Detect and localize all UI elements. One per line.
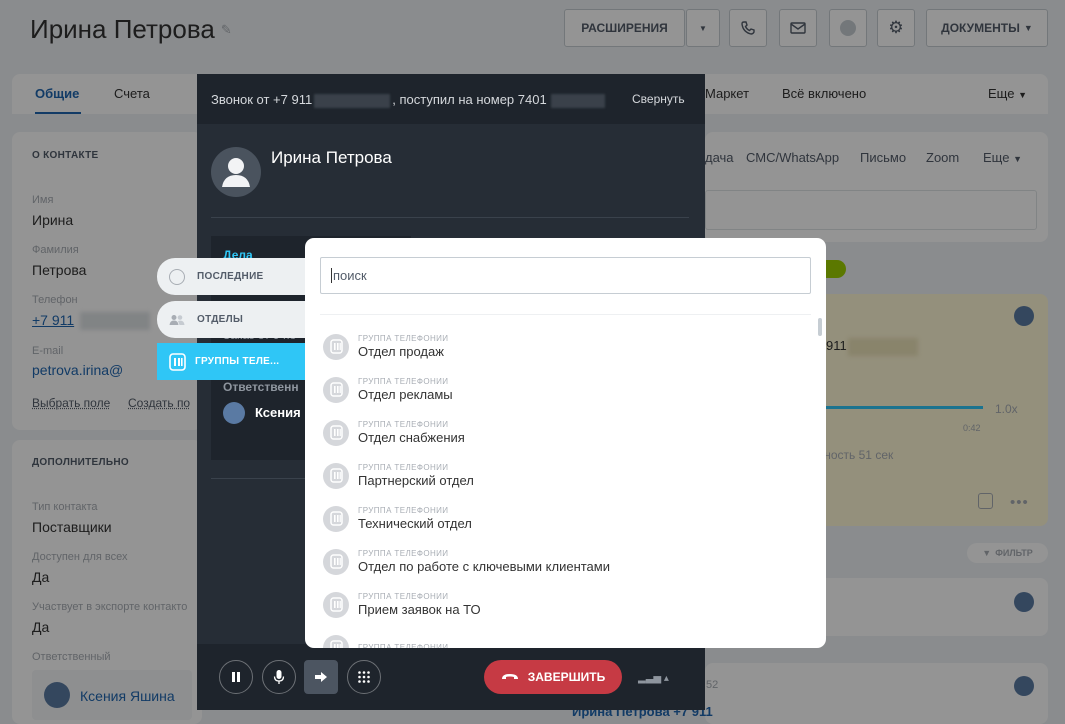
redacted-number bbox=[314, 93, 391, 108]
hold-button[interactable] bbox=[219, 660, 253, 694]
telephony-group-icon bbox=[323, 591, 349, 618]
pause-icon bbox=[232, 672, 240, 682]
responsible-name[interactable]: Ксения bbox=[255, 405, 301, 420]
group-caption: ГРУППА ТЕЛЕФОНИИ bbox=[358, 549, 449, 558]
responsible-label: Ответственн bbox=[223, 380, 299, 394]
telephony-group-icon bbox=[169, 352, 186, 371]
keypad-icon bbox=[358, 671, 370, 683]
caller-name[interactable]: Ирина Петрова bbox=[271, 148, 392, 168]
group-name: Отдел продаж bbox=[358, 344, 444, 359]
people-icon bbox=[169, 314, 185, 326]
microphone-icon bbox=[273, 670, 285, 684]
group-name: Прием заявок на ТО bbox=[358, 602, 481, 617]
tab-telephony-groups[interactable]: ГРУППЫ ТЕЛЕ... bbox=[157, 343, 317, 380]
avatar bbox=[223, 402, 245, 424]
hang-up-icon bbox=[501, 674, 518, 679]
tab-departments[interactable]: ОТДЕЛЫ bbox=[157, 301, 307, 338]
group-caption: ГРУППА ТЕЛЕФОНИИ bbox=[358, 377, 449, 386]
group-name: Отдел снабжения bbox=[358, 430, 465, 445]
group-text: ГРУППА ТЕЛЕФОНИИ Отдел по работе с ключев… bbox=[358, 549, 610, 574]
group-text: ГРУППА ТЕЛЕФОНИИ Отдел рекламы bbox=[358, 377, 453, 402]
scrollbar-thumb[interactable] bbox=[818, 318, 822, 336]
group-list-item[interactable]: ГРУППА ТЕЛЕФОНИИ Прием заявок на ТО bbox=[323, 583, 481, 626]
telephony-group-picker: поиск ГРУППА ТЕЛЕФОНИИ Отдел продаж ГРУППА… bbox=[305, 238, 826, 648]
group-caption: ГРУППА ТЕЛЕФОНИИ bbox=[358, 334, 449, 343]
telephony-group-icon bbox=[323, 634, 349, 648]
telephony-group-icon bbox=[323, 333, 349, 360]
group-caption: ГРУППА ТЕЛЕФОНИИ bbox=[358, 506, 449, 515]
arrow-right-icon bbox=[315, 672, 327, 682]
group-list-item[interactable]: ГРУППА ТЕЛЕФОНИИ Партнерский отдел bbox=[323, 454, 474, 497]
telephony-group-icon bbox=[323, 548, 349, 575]
mute-button[interactable] bbox=[262, 660, 296, 694]
group-name: Партнерский отдел bbox=[358, 473, 474, 488]
telephony-group-icon bbox=[323, 462, 349, 489]
group-list-item[interactable]: ГРУППА ТЕЛЕФОНИИ Технический отдел bbox=[323, 497, 472, 540]
group-caption: ГРУППА ТЕЛЕФОНИИ bbox=[358, 420, 449, 429]
tab-recent[interactable]: ПОСЛЕДНИЕ bbox=[157, 258, 307, 295]
telephony-group-icon bbox=[323, 419, 349, 446]
text-cursor bbox=[331, 268, 332, 283]
group-list-item[interactable]: ГРУППА ТЕЛЕФОНИИ Отдел рекламы bbox=[323, 368, 453, 411]
group-text: ГРУППА ТЕЛЕФОНИИ Прием заявок на ТО bbox=[358, 592, 481, 617]
group-text: ГРУППА ТЕЛЕФОНИИ bbox=[358, 643, 448, 648]
group-text: ГРУППА ТЕЛЕФОНИИ Отдел продаж bbox=[358, 334, 448, 359]
incoming-call-text: Звонок от +7 911, поступил на номер 7401 bbox=[211, 92, 605, 108]
search-input[interactable]: поиск bbox=[320, 257, 811, 294]
redacted-number bbox=[550, 93, 605, 108]
group-text: ГРУППА ТЕЛЕФОНИИ Технический отдел bbox=[358, 506, 472, 531]
group-caption: ГРУППА ТЕЛЕФОНИИ bbox=[358, 463, 449, 472]
group-caption: ГРУППА ТЕЛЕФОНИИ bbox=[358, 643, 449, 648]
divider bbox=[320, 314, 811, 315]
group-text: ГРУППА ТЕЛЕФОНИИ Партнерский отдел bbox=[358, 463, 474, 488]
group-list-item[interactable]: ГРУППА ТЕЛЕФОНИИ Отдел снабжения bbox=[323, 411, 465, 454]
group-name: Технический отдел bbox=[358, 516, 472, 531]
telephony-group-icon bbox=[323, 376, 349, 403]
group-list-item[interactable]: ГРУППА ТЕЛЕФОНИИ Отдел продаж bbox=[323, 325, 448, 368]
transfer-button[interactable] bbox=[304, 660, 338, 694]
collapse-button[interactable]: Свернуть bbox=[632, 92, 685, 106]
caller-avatar bbox=[211, 147, 261, 197]
group-list-item[interactable]: ГРУППА ТЕЛЕФОНИИ bbox=[323, 626, 448, 648]
group-text: ГРУППА ТЕЛЕФОНИИ Отдел снабжения bbox=[358, 420, 465, 445]
group-caption: ГРУППА ТЕЛЕФОНИИ bbox=[358, 592, 449, 601]
telephony-group-icon bbox=[323, 505, 349, 532]
keypad-button[interactable] bbox=[347, 660, 381, 694]
end-call-button[interactable]: ЗАВЕРШИТЬ bbox=[484, 660, 622, 694]
group-name: Отдел рекламы bbox=[358, 387, 453, 402]
group-name: Отдел по работе с ключевыми клиентами bbox=[358, 559, 610, 574]
signal-quality-icon: ▂▃▅ ▴ bbox=[638, 673, 669, 684]
divider bbox=[211, 217, 689, 218]
clock-icon bbox=[169, 268, 185, 285]
person-silhouette-icon bbox=[222, 158, 250, 187]
group-list-item[interactable]: ГРУППА ТЕЛЕФОНИИ Отдел по работе с ключев… bbox=[323, 540, 610, 583]
